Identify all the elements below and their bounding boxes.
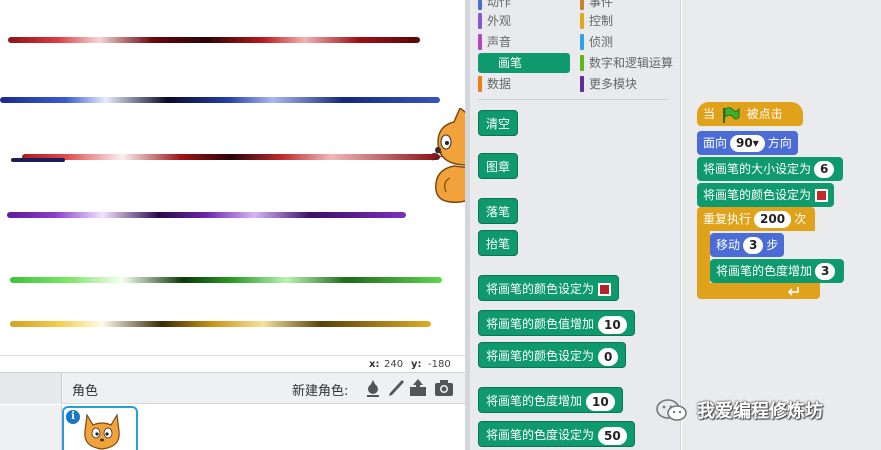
x-coord-value: 240: [384, 359, 404, 370]
category-more-blocks[interactable]: 更多模块: [580, 74, 637, 94]
drawn-line-purple: [7, 212, 406, 218]
y-coord-label: y:: [411, 359, 422, 370]
script-area[interactable]: 当 被点击 面向 90▾ 方向 将画笔的大小设定为 6 将画笔的颜色设定为 重复执行 2…: [682, 0, 881, 450]
when-flag-suffix: 被点击: [746, 107, 783, 121]
when-flag-prefix: 当: [703, 107, 716, 121]
change-pen-shade-label: 将画笔的色度增加: [716, 264, 813, 278]
block-change-pen-shade-label: 将画笔的色度增加: [486, 394, 583, 408]
block-set-pen-color-to[interactable]: 将画笔的颜色设定为: [478, 275, 620, 301]
block-change-pen-color-by[interactable]: 将画笔的颜色值增加 10: [478, 310, 635, 336]
category-separator: [478, 99, 668, 100]
set-shade-value-input[interactable]: 50: [598, 426, 627, 445]
direction-input[interactable]: 90▾: [730, 135, 765, 152]
category-control[interactable]: 控制: [580, 11, 613, 31]
block-clear[interactable]: 清空: [478, 110, 519, 136]
block-pen-up-label: 抬笔: [486, 237, 511, 251]
drawn-line-yellow: [10, 321, 431, 327]
sprite-thumbnail-sprite1[interactable]: i: [62, 406, 138, 450]
stage-coordinates: x: 240 y: -180: [0, 355, 465, 372]
pen-color-swatch[interactable]: [815, 189, 829, 202]
move-steps-block[interactable]: 移动 3 步: [710, 233, 785, 257]
change-shade-input[interactable]: 3: [815, 263, 836, 280]
new-sprite-label: 新建角色:: [292, 384, 349, 399]
category-data[interactable]: 数据: [478, 74, 511, 94]
repeat-block[interactable]: 重复执行 200 次: [697, 207, 815, 231]
set-pen-size-label: 将画笔的大小设定为: [703, 162, 812, 176]
stage-thumbnail-area[interactable]: [0, 405, 62, 450]
block-pen-down[interactable]: 落笔: [478, 198, 519, 224]
cat-sprite-icon: [431, 106, 465, 203]
y-coord-value: -180: [428, 359, 451, 370]
block-clear-label: 清空: [486, 117, 511, 131]
color-swatch[interactable]: [598, 283, 612, 296]
paint-new-sprite-icon[interactable]: [386, 378, 406, 398]
category-pen[interactable]: 画笔: [478, 53, 570, 73]
block-set-pen-shade-label: 将画笔的色度设定为: [486, 428, 595, 442]
repeat-suffix: 次: [794, 212, 807, 226]
change-color-value-input[interactable]: 10: [598, 315, 627, 334]
drawn-line-red: [8, 37, 420, 43]
block-stamp-label: 图章: [486, 160, 511, 174]
stage[interactable]: x: 240 y: -180: [0, 0, 465, 372]
pen-size-input[interactable]: 6: [814, 161, 835, 178]
block-change-pen-shade-by[interactable]: 将画笔的色度增加 10: [478, 387, 623, 413]
pen-category-label: 画笔: [498, 56, 523, 70]
upload-sprite-icon[interactable]: [408, 378, 428, 398]
block-set-pen-shade-to[interactable]: 将画笔的色度设定为 50: [478, 421, 635, 447]
sprite-pane-header: 角色 新建角色:: [0, 373, 465, 404]
block-change-pen-color-label: 将画笔的颜色值增加: [486, 317, 595, 331]
change-pen-shade-block[interactable]: 将画笔的色度增加 3: [710, 259, 845, 283]
cat-sprite[interactable]: [431, 106, 465, 212]
sprites-title: 角色: [72, 384, 99, 399]
info-icon[interactable]: i: [66, 410, 80, 424]
drawn-line-blue: [0, 97, 440, 103]
drawn-line-navy-stub: [11, 158, 65, 162]
loop-arrow-icon: [788, 287, 799, 296]
stage-backdrop-tab[interactable]: [0, 373, 62, 404]
sprite-pane: 角色 新建角色: i: [0, 372, 465, 450]
set-pen-size-block[interactable]: 将画笔的大小设定为 6: [697, 157, 844, 181]
block-stamp[interactable]: 图章: [478, 153, 519, 179]
move-steps-input[interactable]: 3: [743, 237, 764, 254]
cat-thumbnail-icon: [84, 413, 120, 450]
green-flag-icon: [722, 106, 740, 123]
watermark-text: 我爱编程修炼坊: [697, 401, 823, 422]
drawn-line-green: [10, 277, 442, 283]
choose-sprite-from-library-icon[interactable]: [363, 378, 383, 398]
category-looks[interactable]: 外观: [478, 11, 511, 31]
move-label: 移动: [716, 238, 741, 252]
category-operators[interactable]: 数字和逻辑运算: [580, 53, 673, 73]
block-pen-up[interactable]: 抬笔: [478, 230, 519, 256]
block-pen-down-label: 落笔: [486, 205, 511, 219]
block-set-pen-color-value-to[interactable]: 将画笔的颜色设定为 0: [478, 342, 627, 368]
set-pen-color-label: 将画笔的颜色设定为: [703, 188, 812, 202]
block-palette: 动作 外观 声音 画笔 数据 事件 控制 侦测 数字和逻辑运算 更多模块 清空 …: [470, 0, 681, 450]
category-sensing[interactable]: 侦测: [580, 32, 613, 52]
wechat-icon: [656, 399, 687, 421]
point-in-direction-label: 面向: [703, 136, 728, 150]
scratch-editor: { "stage": { "coords": { "x_label": "x:"…: [0, 0, 881, 450]
repeat-block-arm: [697, 231, 710, 285]
point-in-direction-block[interactable]: 面向 90▾ 方向: [697, 131, 798, 155]
repeat-block-foot: [697, 283, 820, 299]
when-flag-clicked-block[interactable]: 当 被点击: [697, 102, 803, 126]
set-color-value-input[interactable]: 0: [598, 347, 619, 366]
block-set-pen-color-value-label: 将画笔的颜色设定为: [486, 349, 595, 363]
category-sound[interactable]: 声音: [478, 32, 511, 52]
repeat-count-input[interactable]: 200: [754, 211, 792, 228]
repeat-label: 重复执行: [703, 212, 752, 226]
camera-icon[interactable]: [434, 378, 454, 398]
block-set-pen-color-label: 将画笔的颜色设定为: [486, 282, 595, 296]
drawn-line-red-2: [22, 154, 440, 160]
change-shade-value-input[interactable]: 10: [586, 392, 615, 411]
x-coord-label: x:: [369, 359, 380, 370]
set-pen-color-block[interactable]: 将画笔的颜色设定为: [697, 183, 835, 207]
point-in-direction-suffix: 方向: [767, 136, 792, 150]
move-suffix: 步: [766, 238, 779, 252]
